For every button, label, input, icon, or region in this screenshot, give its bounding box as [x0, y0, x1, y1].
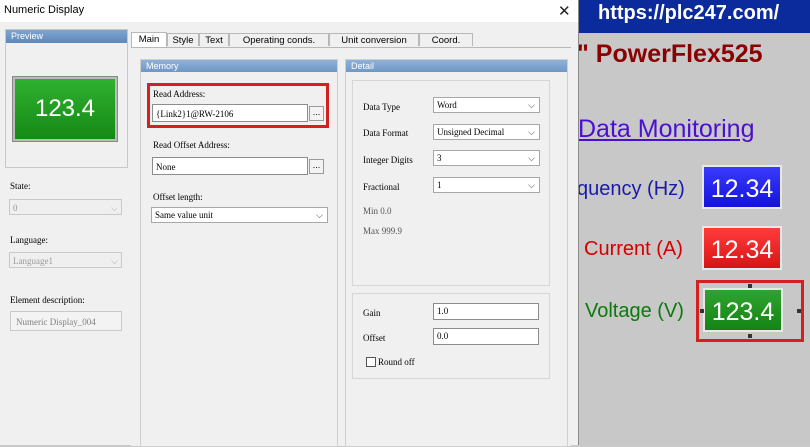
offset-length-select[interactable]: Same value unit ⌵ — [151, 207, 328, 223]
hmi-title: " PowerFlex525 — [577, 40, 763, 68]
state-select: 0 ⌵ — [9, 199, 122, 215]
read-offset-browse-button[interactable]: ... — [309, 159, 324, 174]
preview-header: Preview — [6, 30, 127, 43]
numeric-display-dialog: Numeric Display ✕ Preview 123.4 State: 0… — [0, 0, 579, 447]
chevron-down-icon: ⌵ — [111, 256, 118, 266]
fractional-value: 1 — [437, 180, 442, 190]
resize-handle[interactable] — [748, 334, 752, 338]
close-icon[interactable]: ✕ — [558, 2, 571, 20]
language-select: Language1 ⌵ — [9, 252, 122, 268]
min-value: Min 0.0 — [363, 206, 392, 216]
current-display[interactable]: 12.34 — [702, 226, 782, 270]
preview-panel: Preview 123.4 — [5, 29, 128, 168]
tab-main[interactable]: Main — [131, 32, 167, 47]
resize-handle[interactable] — [700, 309, 704, 313]
chevron-down-icon: ⌵ — [528, 180, 535, 190]
data-format-label: Data Format — [363, 128, 409, 138]
integer-digits-select[interactable]: 3 ⌵ — [433, 150, 540, 166]
data-type-select[interactable]: Word ⌵ — [433, 97, 540, 113]
voltage-label: Voltage (V) — [585, 300, 684, 322]
tab-operating-conds[interactable]: Operating conds. — [229, 33, 329, 46]
read-offset-address-label: Read Offset Address: — [153, 140, 230, 150]
detail-header: Detail — [346, 60, 567, 72]
chevron-down-icon: ⌵ — [528, 100, 535, 110]
dialog-titlebar: Numeric Display ✕ — [0, 0, 578, 22]
voltage-highlight-frame — [696, 280, 804, 342]
frequency-display[interactable]: 12.34 — [702, 165, 782, 209]
resize-handle[interactable] — [797, 309, 801, 313]
element-description-field: Numeric Display_004 — [10, 311, 122, 331]
read-address-highlight-frame — [147, 83, 329, 128]
round-off-checkbox[interactable] — [366, 357, 376, 367]
chevron-down-icon: ⌵ — [111, 203, 118, 213]
integer-digits-value: 3 — [437, 153, 442, 163]
offset-field[interactable]: 0.0 — [433, 328, 539, 345]
gain-label: Gain — [363, 308, 381, 318]
fractional-select[interactable]: 1 ⌵ — [433, 177, 540, 193]
offset-length-value: Same value unit — [155, 210, 213, 220]
tab-coord[interactable]: Coord. — [419, 33, 473, 46]
memory-header: Memory — [141, 60, 337, 72]
data-type-value: Word — [437, 100, 457, 110]
dialog-title: Numeric Display — [4, 4, 85, 16]
fractional-label: Fractional — [363, 182, 400, 192]
round-off-label: Round off — [378, 357, 415, 367]
chevron-down-icon: ⌵ — [528, 153, 535, 163]
offset-label: Offset — [363, 333, 386, 343]
element-description-label: Element description: — [10, 295, 85, 305]
offset-length-label: Offset length: — [153, 192, 203, 202]
current-label: Current (A) — [584, 238, 683, 260]
resize-handle[interactable] — [748, 284, 752, 288]
tab-unit-conversion[interactable]: Unit conversion — [329, 33, 419, 46]
integer-digits-label: Integer Digits — [363, 155, 413, 165]
gain-field[interactable]: 1.0 — [433, 303, 539, 320]
preview-numeric-display: 123.4 — [13, 77, 117, 141]
tab-text[interactable]: Text — [199, 33, 229, 46]
state-label: State: — [10, 181, 31, 191]
data-format-value: Unsigned Decimal — [437, 127, 505, 137]
data-format-select[interactable]: Unsigned Decimal ⌵ — [433, 124, 540, 140]
language-label: Language: — [10, 235, 48, 245]
hmi-subtitle: Data Monitoring — [578, 115, 755, 143]
state-value: 0 — [13, 203, 18, 213]
language-value: Language1 — [13, 256, 53, 266]
data-type-label: Data Type — [363, 102, 400, 112]
chevron-down-icon: ⌵ — [316, 210, 323, 220]
max-value: Max 999.9 — [363, 226, 402, 236]
frequency-label: quency (Hz) — [577, 178, 685, 200]
read-offset-address-field[interactable]: None — [152, 157, 308, 175]
tab-style[interactable]: Style — [167, 33, 199, 46]
chevron-down-icon: ⌵ — [528, 127, 535, 137]
website-url: https://plc247.com/ — [598, 2, 780, 24]
